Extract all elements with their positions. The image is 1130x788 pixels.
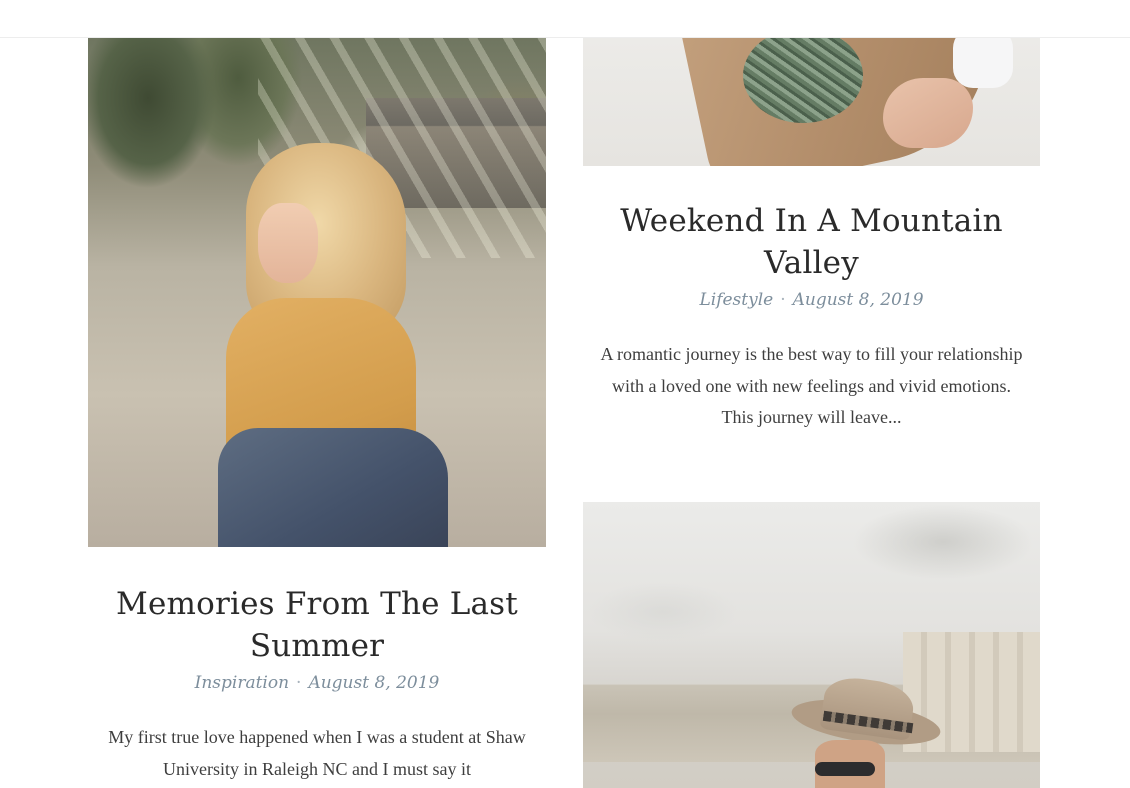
post-card-beach — [583, 502, 1040, 788]
meta-separator: · — [780, 290, 786, 310]
post-date[interactable]: August 8, 2019 — [793, 290, 924, 310]
sky-clouds — [583, 502, 1040, 652]
post-meta: Inspiration · August 8, 2019 — [106, 673, 528, 693]
white-sleeve — [953, 38, 1013, 88]
post-thumbnail-flower-bouquet[interactable] — [583, 38, 1040, 166]
post-category-link[interactable]: Inspiration — [195, 673, 289, 693]
post-title[interactable]: Memories From The Last Summer — [106, 583, 528, 667]
post-excerpt: A romantic journey is the best way to fi… — [600, 344, 1023, 427]
post-title[interactable]: Weekend In A Mountain Valley — [597, 200, 1026, 284]
post-card-weekend: Weekend In A Mountain Valley Lifestyle · A… — [583, 38, 1040, 434]
sunglasses — [815, 762, 875, 776]
post-thumbnail-man-with-hat[interactable] — [583, 502, 1040, 788]
meta-separator: · — [296, 673, 302, 693]
post-date[interactable]: August 8, 2019 — [308, 673, 439, 693]
denim-jacket — [218, 428, 448, 547]
post-category-link[interactable]: Lifestyle — [699, 290, 773, 310]
hand-holding-bouquet — [883, 78, 973, 148]
post-meta: Lifestyle · August 8, 2019 — [597, 290, 1026, 310]
post-excerpt: My first true love happened when I was a… — [108, 727, 526, 779]
woman-face — [258, 203, 318, 283]
post-card-body: Weekend In A Mountain Valley Lifestyle · A… — [583, 166, 1040, 434]
post-card-body: Memories From The Last Summer Inspiratio… — [88, 547, 546, 785]
site-header-bar — [0, 0, 1130, 38]
post-thumbnail-woman-on-path[interactable] — [88, 38, 546, 547]
post-card-memories: Memories From The Last Summer Inspiratio… — [88, 38, 546, 785]
